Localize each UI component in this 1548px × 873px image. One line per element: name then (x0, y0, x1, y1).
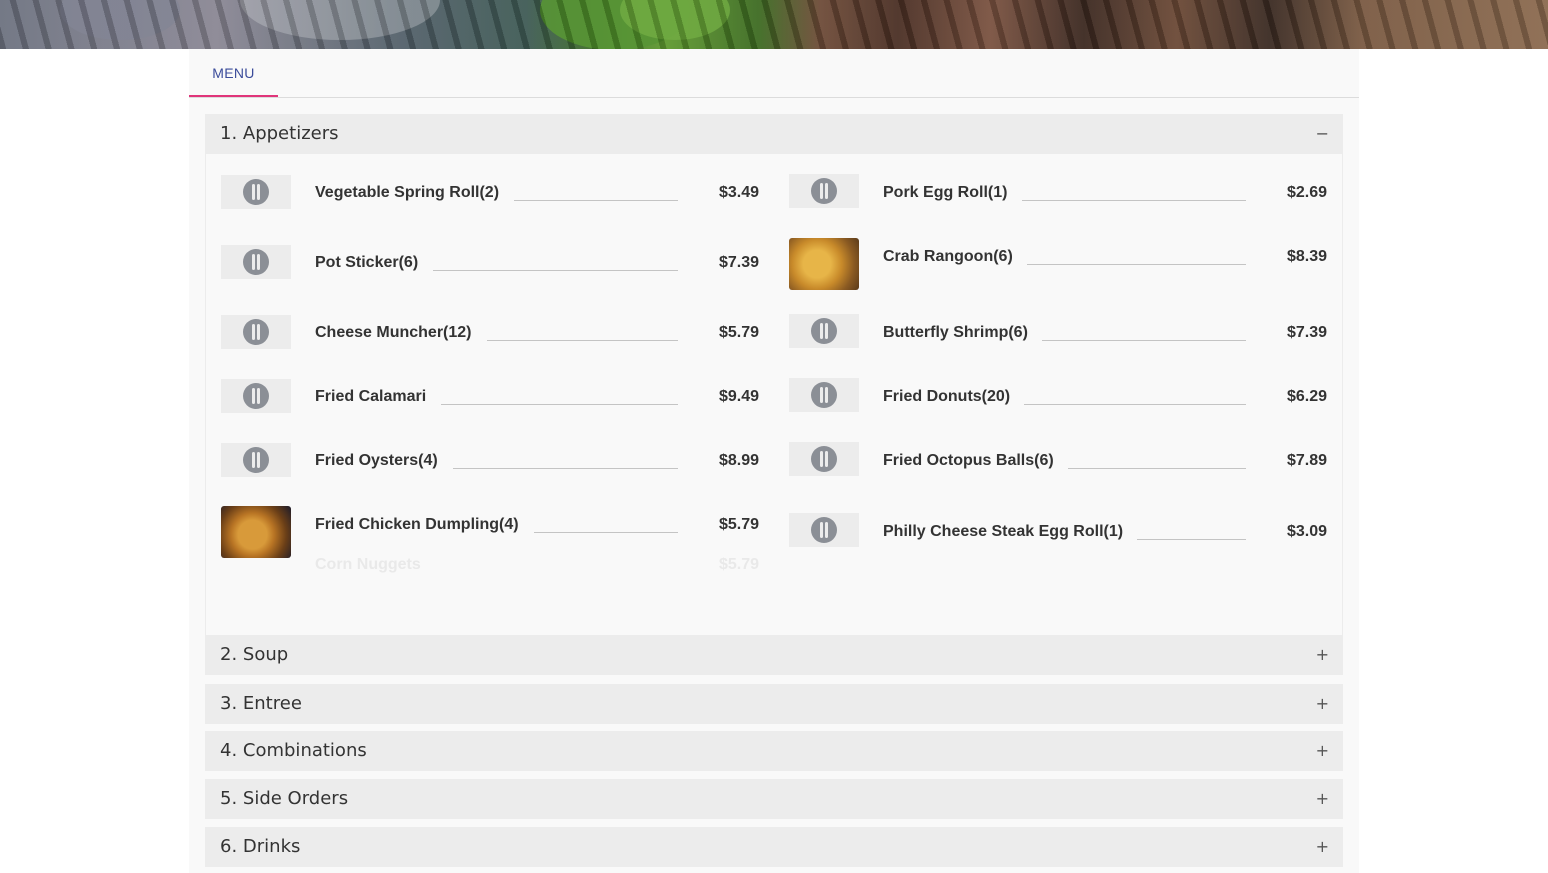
item-price: $5.79 (718, 516, 759, 533)
dotted-leader (514, 200, 678, 201)
section-title: 2. Soup (220, 644, 289, 665)
dotted-leader (1024, 404, 1246, 405)
menu-item[interactable]: Cheese Muncher(12) $5.79 (221, 314, 759, 368)
item-name: Fried Chicken Dumpling(4) (315, 516, 519, 533)
section-entree-header[interactable]: 3. Entree + (205, 684, 1343, 724)
dotted-leader (433, 270, 678, 271)
dotted-leader (534, 532, 678, 533)
expand-icon[interactable]: + (1316, 779, 1329, 819)
expand-icon[interactable]: + (1316, 684, 1329, 724)
tab-bar: MENU (189, 49, 1359, 98)
menu-item[interactable]: Fried Donuts(20) $6.29 (789, 378, 1327, 432)
item-price: $3.49 (718, 184, 759, 201)
section-title: 4. Combinations (220, 740, 367, 761)
collapse-icon[interactable]: − (1316, 114, 1329, 154)
section-title: 3. Entree (220, 693, 302, 714)
item-price: $7.39 (1286, 324, 1327, 341)
item-name: Pork Egg Roll(1) (883, 184, 1008, 201)
fork-knife-icon (789, 174, 859, 208)
tab-menu[interactable]: MENU (189, 49, 278, 97)
menu-item[interactable]: Fried Chicken Dumpling(4) $5.79 (221, 506, 759, 560)
item-name: Philly Cheese Steak Egg Roll(1) (883, 523, 1124, 540)
dotted-leader (1042, 340, 1246, 341)
item-price: $8.39 (1286, 248, 1327, 265)
item-price: $7.89 (1286, 452, 1327, 469)
menu-item[interactable]: Crab Rangoon(6) $8.39 (789, 238, 1327, 292)
item-price: $2.69 (1286, 184, 1327, 201)
menu-item[interactable]: Pork Egg Roll(1) $2.69 (789, 174, 1327, 228)
expand-icon[interactable]: + (1316, 731, 1329, 771)
dotted-leader (1022, 200, 1246, 201)
menu-item[interactable]: Corn Nuggets $5.79 (221, 556, 759, 580)
expand-icon[interactable]: + (1316, 635, 1329, 675)
fork-knife-icon (221, 175, 291, 209)
item-price: $8.99 (718, 452, 759, 469)
expand-icon[interactable]: + (1316, 827, 1329, 867)
menu-item[interactable]: Fried Octopus Balls(6) $7.89 (789, 442, 1327, 496)
item-price: $9.49 (718, 388, 759, 405)
section-drinks-header[interactable]: 6. Drinks + (205, 827, 1343, 867)
section-soup-header[interactable]: 2. Soup + (205, 635, 1343, 675)
menu-item[interactable]: Philly Cheese Steak Egg Roll(1) $3.09 (789, 513, 1327, 567)
item-name: Crab Rangoon(6) (883, 248, 1013, 265)
item-name: Fried Oysters(4) (315, 452, 438, 469)
section-combinations-header[interactable]: 4. Combinations + (205, 731, 1343, 771)
item-price: $3.09 (1286, 523, 1327, 540)
fork-knife-icon (221, 379, 291, 413)
hero-banner (0, 0, 1548, 49)
menu-item[interactable]: Fried Oysters(4) $8.99 (221, 442, 759, 496)
fork-knife-icon (221, 315, 291, 349)
section-title: 6. Drinks (220, 836, 301, 857)
item-name: Fried Calamari (315, 388, 427, 405)
item-name: Vegetable Spring Roll(2) (315, 184, 500, 201)
item-name: Corn Nuggets (315, 556, 421, 573)
dotted-leader (453, 468, 678, 469)
menu-item[interactable]: Fried Calamari $9.49 (221, 378, 759, 432)
item-name: Fried Donuts(20) (883, 388, 1011, 405)
fork-knife-icon (221, 245, 291, 279)
menu-item[interactable]: Butterfly Shrimp(6) $7.39 (789, 314, 1327, 368)
dotted-leader (1027, 264, 1246, 265)
dotted-leader (487, 340, 678, 341)
item-price: $5.79 (718, 556, 759, 573)
section-side-orders-header[interactable]: 5. Side Orders + (205, 779, 1343, 819)
dotted-leader (1068, 468, 1246, 469)
menu-item[interactable]: Vegetable Spring Roll(2) $3.49 (221, 174, 759, 228)
section-title: 1. Appetizers (220, 123, 339, 144)
section-appetizers-header[interactable]: 1. Appetizers − (205, 114, 1343, 154)
menu-item[interactable]: Pot Sticker(6) $7.39 (221, 244, 759, 298)
item-price: $6.29 (1286, 388, 1327, 405)
item-name: Cheese Muncher(12) (315, 324, 472, 341)
fork-knife-icon (789, 513, 859, 547)
section-appetizers-body: Vegetable Spring Roll(2) $3.49 Pot Stick… (205, 154, 1343, 635)
section-title: 5. Side Orders (220, 788, 349, 809)
dotted-leader (441, 404, 678, 405)
fork-knife-icon (789, 314, 859, 348)
menu-panel: MENU 1. Appetizers − Vegetable Spring Ro… (189, 49, 1359, 873)
dotted-leader (1137, 539, 1246, 540)
item-price: $5.79 (718, 324, 759, 341)
item-name: Butterfly Shrimp(6) (883, 324, 1028, 341)
fork-knife-icon (789, 442, 859, 476)
fork-knife-icon (789, 378, 859, 412)
dumpling-photo (221, 506, 291, 558)
item-name: Pot Sticker(6) (315, 254, 419, 271)
item-price: $7.39 (718, 254, 759, 271)
item-name: Fried Octopus Balls(6) (883, 452, 1054, 469)
fork-knife-icon (221, 443, 291, 477)
crab-rangoon-photo (789, 238, 859, 290)
